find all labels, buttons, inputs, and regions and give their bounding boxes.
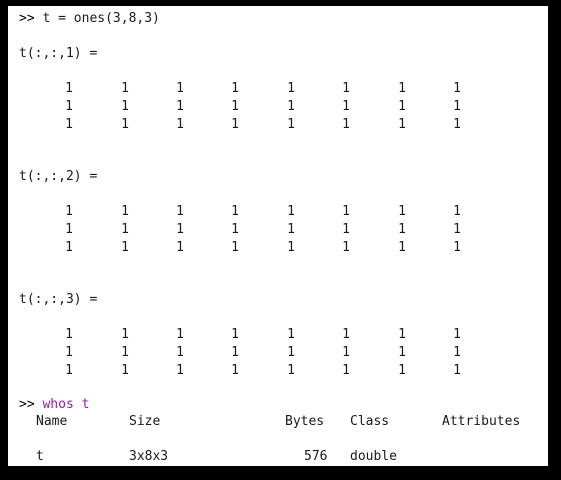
corner-dot (9, 460, 11, 462)
matrix-cell: 1 (176, 204, 184, 219)
header-size: Size (129, 414, 161, 429)
matrix-cell: 1 (65, 345, 73, 360)
matrix-cell: 1 (287, 222, 295, 237)
header-attributes: Attributes (442, 414, 521, 429)
matrix-cell: 1 (398, 327, 406, 342)
matrix-cell: 1 (287, 363, 295, 378)
matrix-cell: 1 (342, 240, 350, 255)
matrix-cell: 1 (453, 222, 461, 237)
matrix-cell: 1 (121, 240, 129, 255)
command-line-ones: >> t = ones(3,8,3) (19, 10, 160, 27)
row-name: t (36, 449, 44, 464)
matrix-cell: 1 (65, 81, 73, 96)
matrix-cell: 1 (342, 327, 350, 342)
matrix-cell: 1 (121, 222, 129, 237)
matrix-cell: 1 (342, 117, 350, 132)
matrix-cell: 1 (176, 222, 184, 237)
matrix-cell: 1 (176, 117, 184, 132)
matrix-cell: 1 (176, 99, 184, 114)
matrix-cell: 1 (342, 345, 350, 360)
page-label-3: t(:,:,3) = (19, 292, 98, 307)
matrix-cell: 1 (231, 363, 239, 378)
page-label-2: t(:,:,2) = (19, 169, 98, 184)
matrix-cell: 1 (287, 345, 295, 360)
matrix-cell: 1 (398, 363, 406, 378)
matrix-cell: 1 (121, 99, 129, 114)
matrix-cell: 1 (398, 345, 406, 360)
prompt-symbol: >> (19, 11, 35, 26)
matrix-cell: 1 (231, 117, 239, 132)
header-class: Class (350, 414, 390, 429)
prompt-symbol: >> (19, 397, 35, 412)
row-class: double (350, 449, 397, 464)
matrix-cell: 1 (398, 240, 406, 255)
matrix-cell: 1 (121, 117, 129, 132)
matrix-cell: 1 (398, 204, 406, 219)
matrix-cell: 1 (398, 99, 406, 114)
page-label-1: t(:,:,1) = (19, 46, 98, 61)
matrix-cell: 1 (342, 81, 350, 96)
matrix-cell: 1 (398, 81, 406, 96)
row-bytes: 576 (304, 449, 328, 464)
matrix-cell: 1 (231, 204, 239, 219)
matrix-cell: 1 (65, 99, 73, 114)
matrix-cell: 1 (453, 327, 461, 342)
matrix-cell: 1 (287, 81, 295, 96)
matrix-cell: 1 (176, 363, 184, 378)
matrix-cell: 1 (287, 204, 295, 219)
header-bytes: Bytes (285, 414, 325, 429)
command-text: t = ones(3,8,3) (42, 11, 160, 26)
matrix-cell: 1 (453, 99, 461, 114)
matrix-cell: 1 (65, 327, 73, 342)
matrix-cell: 1 (176, 240, 184, 255)
matrix-cell: 1 (176, 81, 184, 96)
matrix-cell: 1 (176, 327, 184, 342)
matrix-cell: 1 (176, 345, 184, 360)
whos-argument: t (81, 397, 90, 412)
command-window[interactable]: >> t = ones(3,8,3) t(:,:,1) = t(:,:,2) =… (8, 6, 548, 466)
matrix-cell: 1 (231, 222, 239, 237)
matrix-cell: 1 (398, 117, 406, 132)
matrix-cell: 1 (121, 204, 129, 219)
matrix-cell: 1 (398, 222, 406, 237)
matrix-cell: 1 (65, 117, 73, 132)
whos-keyword: whos (42, 397, 74, 412)
matrix-cell: 1 (65, 222, 73, 237)
matrix-cell: 1 (231, 99, 239, 114)
matrix-cell: 1 (342, 363, 350, 378)
matrix-cell: 1 (453, 81, 461, 96)
matrix-cell: 1 (287, 99, 295, 114)
matrix-cell: 1 (453, 204, 461, 219)
matrix-cell: 1 (453, 117, 461, 132)
matrix-cell: 1 (121, 345, 129, 360)
header-name: Name (36, 414, 68, 429)
matrix-cell: 1 (231, 327, 239, 342)
matrix-cell: 1 (231, 240, 239, 255)
matrix-cell: 1 (65, 204, 73, 219)
matrix-cell: 1 (342, 222, 350, 237)
matrix-cell: 1 (342, 204, 350, 219)
matrix-cell: 1 (287, 240, 295, 255)
matrix-cell: 1 (121, 327, 129, 342)
matrix-cell: 1 (121, 81, 129, 96)
command-line-whos: >> whos t (19, 396, 89, 413)
matrix-cell: 1 (287, 117, 295, 132)
matrix-cell: 1 (453, 345, 461, 360)
matrix-cell: 1 (453, 240, 461, 255)
matrix-cell: 1 (342, 99, 350, 114)
matrix-cell: 1 (121, 363, 129, 378)
matrix-cell: 1 (231, 345, 239, 360)
matrix-cell: 1 (453, 363, 461, 378)
matrix-cell: 1 (287, 327, 295, 342)
matrix-cell: 1 (231, 81, 239, 96)
matrix-cell: 1 (65, 363, 73, 378)
matrix-cell: 1 (65, 240, 73, 255)
row-size: 3x8x3 (129, 449, 169, 464)
